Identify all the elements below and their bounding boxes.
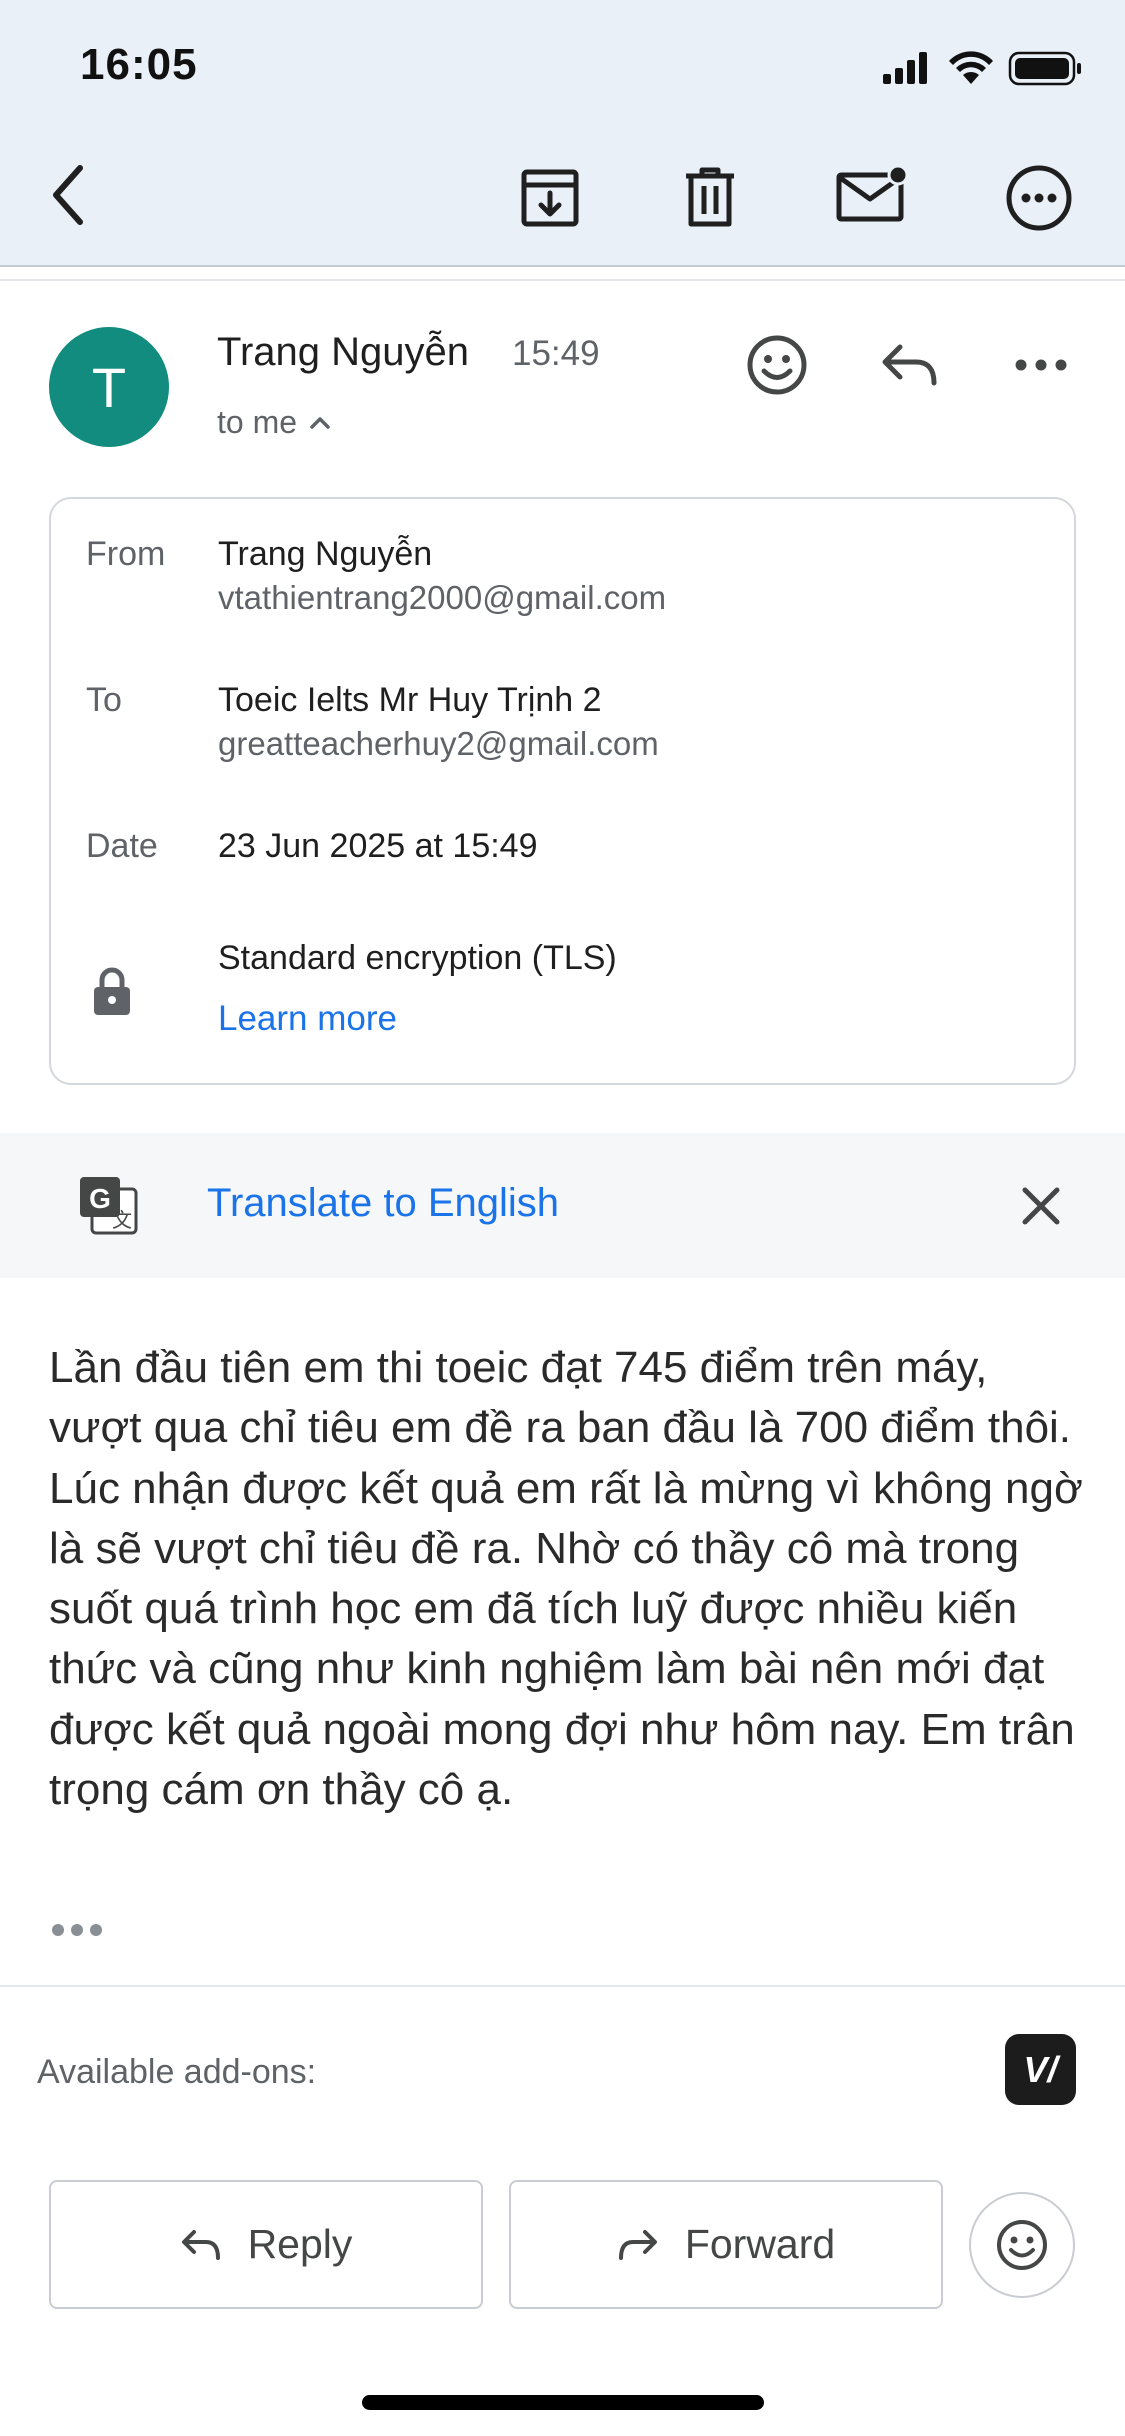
reply-action-button[interactable]: Reply [49, 2180, 483, 2309]
forward-label: Forward [684, 2221, 836, 2267]
more-options-button[interactable] [1001, 160, 1077, 236]
translate-icon: G 文 [80, 1177, 138, 1235]
sender-name[interactable]: Trang Nguyễn [217, 330, 469, 375]
body-divider [0, 1985, 1125, 1987]
from-label: From [86, 535, 166, 573]
more-horizontal-icon [1015, 359, 1067, 371]
wifi-icon [949, 51, 993, 84]
status-icons [883, 48, 1083, 88]
avatar: T [49, 327, 169, 447]
archive-icon [521, 169, 579, 227]
dot-icon [52, 1924, 64, 1936]
back-icon [53, 165, 83, 225]
reply-icon [882, 344, 937, 386]
battery-icon [1008, 51, 1081, 86]
from-email[interactable]: vtathientrang2000@gmail.com [218, 579, 666, 617]
translate-bar: G 文 Translate to English [0, 1133, 1125, 1278]
show-trimmed-content-button[interactable] [52, 1924, 102, 1936]
svg-text:文: 文 [112, 1208, 132, 1232]
to-label: To [86, 681, 122, 719]
date-value: 23 Jun 2025 at 15:49 [218, 827, 538, 865]
cellular-signal-icon [883, 52, 927, 84]
emoji-icon [747, 335, 807, 395]
toolbar-divider [0, 265, 1125, 281]
message-details-card: From Trang Nguyễn vtathientrang2000@gmai… [49, 497, 1076, 1085]
forward-icon [618, 2229, 657, 2260]
more-circle-icon [1006, 165, 1072, 231]
chevron-up-icon [310, 416, 330, 429]
reply-label: Reply [247, 2221, 353, 2267]
back-button[interactable] [38, 160, 98, 230]
archive-button[interactable] [515, 163, 585, 233]
svg-text:G: G [89, 1183, 111, 1214]
translate-button[interactable]: Translate to English [207, 1181, 559, 1226]
mail-unread-icon [836, 165, 908, 222]
status-time: 16:05 [80, 40, 198, 89]
dot-icon [90, 1924, 102, 1936]
message-time: 15:49 [512, 334, 600, 373]
lock-icon [94, 967, 130, 1015]
to-name: Toeic Ielts Mr Huy Trịnh 2 [218, 681, 602, 719]
trash-icon [686, 167, 734, 227]
message-more-button[interactable] [1006, 345, 1076, 385]
to-me-label: to me [217, 404, 298, 440]
addons-label: Available add-ons: [37, 2053, 317, 2091]
mark-unread-button[interactable] [832, 160, 912, 230]
emoji-reaction-button[interactable] [969, 2192, 1075, 2298]
addon-v-icon[interactable]: V/ [1005, 2034, 1076, 2105]
dot-icon [71, 1924, 83, 1936]
home-indicator[interactable] [362, 2395, 764, 2410]
reply-button[interactable] [875, 335, 945, 395]
emoji-icon [997, 2220, 1047, 2270]
date-label: Date [86, 827, 158, 865]
close-icon[interactable] [1020, 1185, 1062, 1227]
message-body: Lần đầu tiên em thi toeic đạt 745 điểm t… [49, 1343, 1083, 1815]
forward-action-button[interactable]: Forward [509, 2180, 943, 2309]
reply-icon [181, 2229, 220, 2260]
react-emoji-button[interactable] [742, 330, 812, 400]
top-bar: 16:05 [0, 0, 1125, 265]
learn-more-link[interactable]: Learn more [218, 999, 397, 1039]
to-email[interactable]: greatteacherhuy2@gmail.com [218, 725, 659, 763]
delete-button[interactable] [675, 163, 745, 233]
recipients-toggle[interactable]: to me [217, 404, 331, 441]
encryption-text: Standard encryption (TLS) [218, 939, 617, 977]
from-name: Trang Nguyễn [218, 535, 433, 573]
